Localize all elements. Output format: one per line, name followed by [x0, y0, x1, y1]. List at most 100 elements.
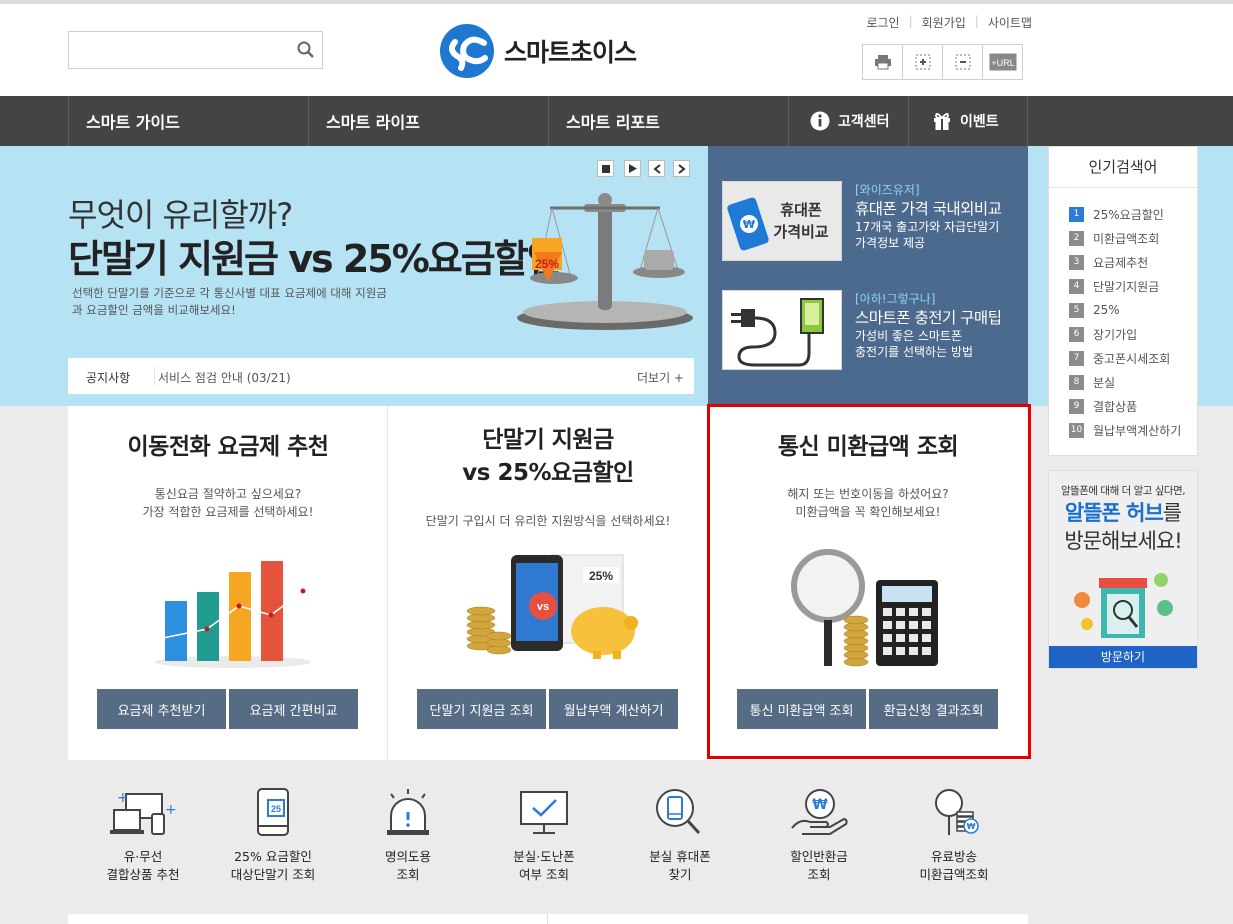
- label-line: 할인반환금: [790, 849, 848, 864]
- article-category: [아하!그렇구나]: [855, 292, 936, 306]
- plan-recommend-button[interactable]: 요금제 추천받기: [97, 689, 226, 729]
- magnifier-calculator-illustration: [791, 549, 938, 667]
- rank-badge: 2: [1069, 230, 1084, 246]
- quick-link-bundle-recommend[interactable]: + + 유·무선 결합상품 추천: [78, 788, 208, 884]
- nav-smart-life[interactable]: 스마트 라이프: [326, 96, 420, 146]
- refund-result-button[interactable]: 환급신청 결과조회: [869, 689, 998, 729]
- quick-link-identity-theft[interactable]: 명의도용 조회: [343, 788, 473, 884]
- slider-next-button[interactable]: [673, 160, 690, 177]
- popular-search-item[interactable]: 8 분실: [1069, 373, 1115, 391]
- svg-text:₩: ₩: [743, 218, 755, 231]
- utility-links: 로그인 | 회원가입 | 사이트맵: [852, 14, 1032, 31]
- mvno-hub-banner[interactable]: 알뜰폰에 대해 더 알고 싶다면, 알뜰폰 허브를 방문해보세요! 방문하기: [1048, 470, 1198, 669]
- nav-divider: [68, 96, 69, 146]
- search-box: [68, 31, 323, 69]
- nav-customer-center[interactable]: 고객센터: [810, 96, 890, 146]
- gift-icon: [934, 113, 950, 130]
- quick-link-find-lost-phone[interactable]: 분실 휴대폰 찾기: [615, 788, 745, 884]
- nav-event[interactable]: 이벤트: [932, 96, 999, 146]
- card-description: 해지 또는 번호이동을 하셨어요? 미환급액을 꼭 확인해보세요!: [708, 485, 1028, 521]
- slider-stop-button[interactable]: [597, 160, 614, 177]
- quick-link-25-devices[interactable]: 25 25% 요금할인 대상단말기 조회: [208, 788, 338, 884]
- quick-link-paid-tv-refund[interactable]: ₩ 유료방송 미환급액조회: [889, 788, 1019, 884]
- subsidy-lookup-button[interactable]: 단말기 지원금 조회: [417, 689, 546, 729]
- subsidy-vs-discount-card: 단말기 지원금 vs 25%요금할인 단말기 구입시 더 유리한 지원방식을 선…: [388, 406, 708, 760]
- card-title: 단말기 지원금 vs 25%요금할인: [388, 424, 708, 490]
- rank-badge: 5: [1069, 302, 1084, 318]
- rank-badge: 1: [1069, 206, 1084, 222]
- monthly-payment-calc-button[interactable]: 월납부액 계산하기: [549, 689, 678, 729]
- search-icon[interactable]: [296, 40, 316, 60]
- label-line: 조회: [807, 867, 831, 882]
- popular-search-item[interactable]: 1 25%요금할인: [1069, 205, 1164, 223]
- card-description: 단말기 구입시 더 유리한 지원방식을 선택하세요!: [425, 514, 671, 528]
- site-logo[interactable]: 스마트초이스: [438, 23, 637, 79]
- quick-link-label: 분실·도난폰 여부 조회: [479, 848, 609, 884]
- bottom-panel: [68, 914, 1028, 924]
- print-button[interactable]: [862, 44, 903, 80]
- popular-search-item[interactable]: 10 월납부액계산하기: [1069, 421, 1181, 439]
- quick-link-discount-return[interactable]: ₩ 할인반환금조회: [754, 788, 884, 884]
- card-desc-line: 통신요금 절약하고 싶으세요?: [154, 487, 302, 501]
- article-item[interactable]: ₩ 휴대폰 가격비교 [와이즈유저] 휴대폰 가격 국내외비교 17개국 출고가…: [722, 181, 1022, 261]
- nav-smart-guide[interactable]: 스마트 가이드: [86, 96, 180, 146]
- svg-text:+URL: +URL: [991, 58, 1014, 68]
- visit-button[interactable]: 방문하기: [1049, 646, 1197, 668]
- slider-play-button[interactable]: [624, 160, 641, 177]
- popular-search-item[interactable]: 5 25%: [1069, 301, 1120, 319]
- svg-text:₩: ₩: [967, 822, 976, 831]
- article-title: 휴대폰 가격 국내외비교: [855, 200, 1002, 218]
- plan-compare-button[interactable]: 요금제 간편비교: [229, 689, 358, 729]
- card-title-line: vs 25%요금할인: [462, 460, 634, 486]
- article-description: 가성비 좋은 스마트폰 충전기를 선택하는 방법: [855, 328, 973, 360]
- popular-searches: 인기검색어 1 25%요금할인 2 미환급액조회 3 요금제추천 4 단말기지원금 52…: [1048, 146, 1198, 456]
- article-desc-line: 충전기를 선택하는 방법: [855, 345, 974, 359]
- refund-lookup-button[interactable]: 통신 미환급액 조회: [737, 689, 866, 729]
- nav-smart-report[interactable]: 스마트 리포트: [566, 96, 660, 146]
- notice-link[interactable]: 서비스 점검 안내 (03/21): [158, 369, 291, 386]
- monitor-check-icon: [520, 791, 568, 834]
- notice-bar: 공지사항 서비스 점검 안내 (03/21) 더보기 +: [68, 358, 694, 394]
- chevron-right-icon: [677, 163, 686, 174]
- popular-search-item[interactable]: 3 요금제추천: [1069, 253, 1148, 271]
- search-input[interactable]: [69, 32, 289, 68]
- notice-more-link[interactable]: 더보기 +: [637, 369, 684, 386]
- article-desc-line: 가격정보 제공: [855, 236, 926, 250]
- hero-title: 단말기 지원금 vs 25%요금할인: [68, 237, 562, 281]
- quick-link-label: 명의도용 조회: [343, 848, 473, 884]
- popular-search-label: 중고폰시세조회: [1093, 351, 1171, 366]
- tool-buttons: +URL: [862, 44, 1023, 80]
- svg-text:가격비교: 가격비교: [773, 223, 828, 241]
- zoom-out-icon: [955, 54, 970, 70]
- svg-text:휴대폰: 휴대폰: [780, 201, 822, 219]
- popular-search-item[interactable]: 6 장기가입: [1069, 325, 1137, 343]
- banner-headline: 알뜰폰 허브를 방문해보세요!: [1049, 499, 1197, 555]
- zoom-out-button[interactable]: [942, 44, 983, 80]
- magnifier-coins-icon: ₩: [935, 789, 979, 835]
- svg-text:+: +: [117, 790, 129, 806]
- url-copy-icon: +URL: [989, 53, 1016, 71]
- zoom-in-button[interactable]: [902, 44, 943, 80]
- url-copy-button[interactable]: +URL: [982, 44, 1023, 80]
- nav-divider: [1027, 96, 1028, 146]
- chevron-left-icon: [652, 163, 661, 174]
- notice-label: 공지사항: [86, 371, 131, 385]
- svg-text:25: 25: [271, 804, 281, 814]
- popular-search-item[interactable]: 2 미환급액조회: [1069, 229, 1159, 247]
- article-item[interactable]: [아하!그렇구나] 스마트폰 충전기 구매팁 가성비 좋은 스마트폰 충전기를 …: [722, 290, 1022, 370]
- popular-search-label: 미환급액조회: [1093, 231, 1160, 246]
- banner-suffix: 를: [1162, 501, 1182, 525]
- customer-center-label: 고객센터: [838, 114, 890, 130]
- svg-text:₩: ₩: [812, 797, 828, 813]
- quick-link-lost-stolen-check[interactable]: 분실·도난폰 여부 조회: [479, 788, 609, 884]
- article-desc-line: 17개국 출고가와 자급단말기: [855, 220, 1000, 234]
- login-link[interactable]: 로그인: [857, 14, 908, 31]
- popular-search-item[interactable]: 4 단말기지원금: [1069, 277, 1159, 295]
- phone-25-icon: 25: [257, 788, 289, 836]
- popular-search-item[interactable]: 9 결합상품: [1069, 397, 1137, 415]
- slider-prev-button[interactable]: [648, 160, 665, 177]
- sitemap-link[interactable]: 사이트맵: [979, 14, 1032, 31]
- popular-search-item[interactable]: 7 중고폰시세조회: [1069, 349, 1170, 367]
- svg-text:25%: 25%: [589, 569, 613, 583]
- signup-link[interactable]: 회원가입: [913, 14, 975, 31]
